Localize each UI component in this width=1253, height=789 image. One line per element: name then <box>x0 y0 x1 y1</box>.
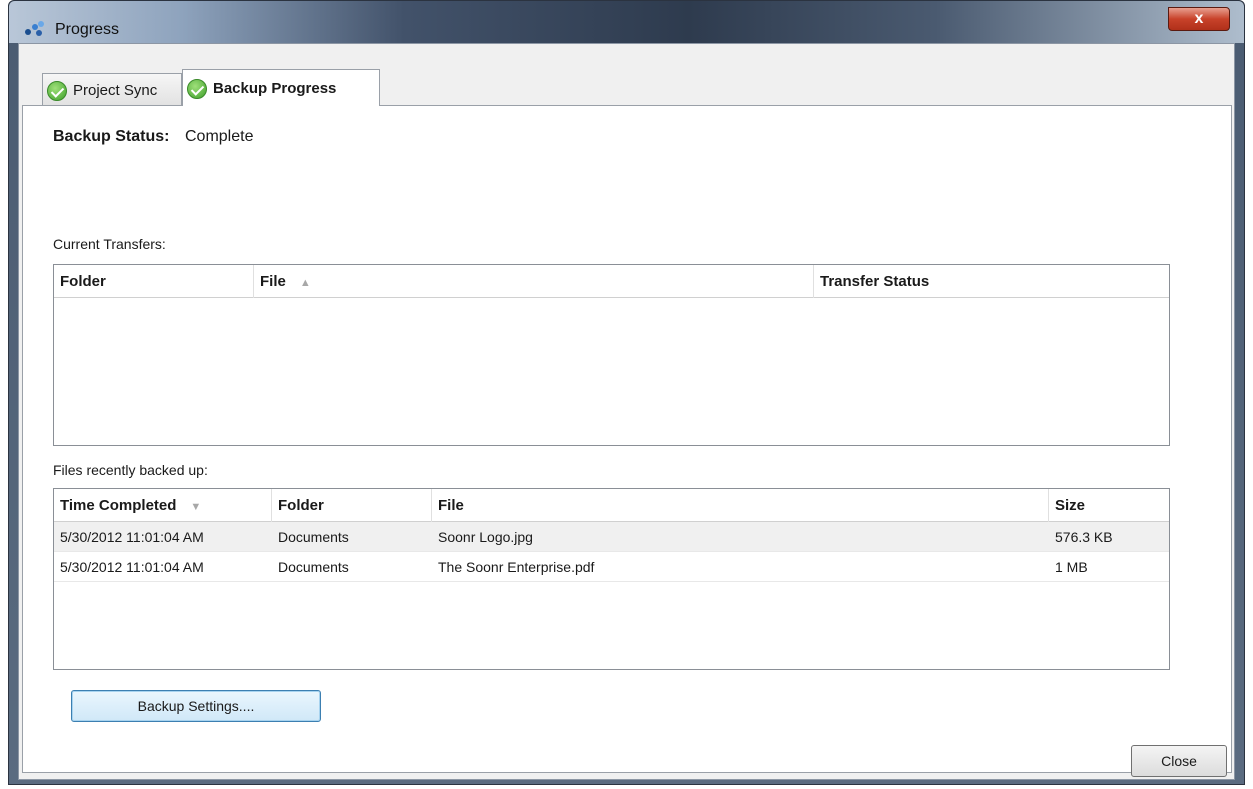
progress-window: Progress x Project Sync Backup Progress … <box>8 0 1245 785</box>
sort-ascending-icon: ▲ <box>299 277 311 289</box>
column-header-transfer-status[interactable]: Transfer Status <box>814 265 1171 298</box>
window-close-button[interactable]: x <box>1168 7 1230 31</box>
sort-descending-icon: ▼ <box>190 501 202 513</box>
close-icon: x <box>1194 10 1204 27</box>
tab-label: Project Sync <box>73 82 158 99</box>
column-header-folder[interactable]: Folder <box>54 265 254 298</box>
current-transfers-table[interactable]: Folder File ▲ Transfer Status <box>53 264 1170 446</box>
close-button[interactable]: Close <box>1131 745 1227 777</box>
backup-status-label: Backup Status: <box>53 128 170 145</box>
recent-backups-label: Files recently backed up: <box>53 462 208 478</box>
table-header: Folder File ▲ Transfer Status <box>54 265 1169 298</box>
column-header-size[interactable]: Size <box>1049 489 1171 522</box>
cell-file: The Soonr Enterprise.pdf <box>438 559 595 575</box>
cell-time: 5/30/2012 11:01:04 AM <box>60 559 204 575</box>
cell-time: 5/30/2012 11:01:04 AM <box>60 529 204 545</box>
table-row[interactable]: 5/30/2012 11:01:04 AM Documents The Soon… <box>54 552 1169 582</box>
tab-label: Backup Progress <box>213 80 337 97</box>
cell-size: 576.3 KB <box>1055 529 1113 545</box>
recent-backups-table[interactable]: Time Completed ▼ Folder File Size 5/30/20… <box>53 488 1170 670</box>
column-header-folder[interactable]: Folder <box>272 489 432 522</box>
cell-file: Soonr Logo.jpg <box>438 529 533 545</box>
check-circle-icon <box>47 81 67 101</box>
backup-settings-button[interactable]: Backup Settings.... <box>71 690 321 722</box>
title-bar[interactable]: Progress x <box>9 1 1244 43</box>
table-header: Time Completed ▼ Folder File Size <box>54 489 1169 522</box>
table-row[interactable]: 5/30/2012 11:01:04 AM Documents Soonr Lo… <box>54 522 1169 552</box>
backup-progress-panel: Backup Status: Complete Current Transfer… <box>22 105 1232 773</box>
column-header-file[interactable]: File <box>432 489 1049 522</box>
column-header-file[interactable]: File ▲ <box>254 265 814 298</box>
tab-backup-progress[interactable]: Backup Progress <box>182 69 380 106</box>
cell-size: 1 MB <box>1055 559 1088 575</box>
backup-status-value: Complete <box>185 128 254 145</box>
window-client-area: Project Sync Backup Progress Backup Stat… <box>18 43 1235 780</box>
current-transfers-label: Current Transfers: <box>53 236 166 252</box>
window-title: Progress <box>55 21 120 38</box>
tab-project-sync[interactable]: Project Sync <box>42 73 182 105</box>
cell-folder: Documents <box>278 529 349 545</box>
column-header-time-completed[interactable]: Time Completed ▼ <box>54 489 272 522</box>
cell-folder: Documents <box>278 559 349 575</box>
app-icon <box>25 21 47 37</box>
check-circle-icon <box>187 79 207 99</box>
